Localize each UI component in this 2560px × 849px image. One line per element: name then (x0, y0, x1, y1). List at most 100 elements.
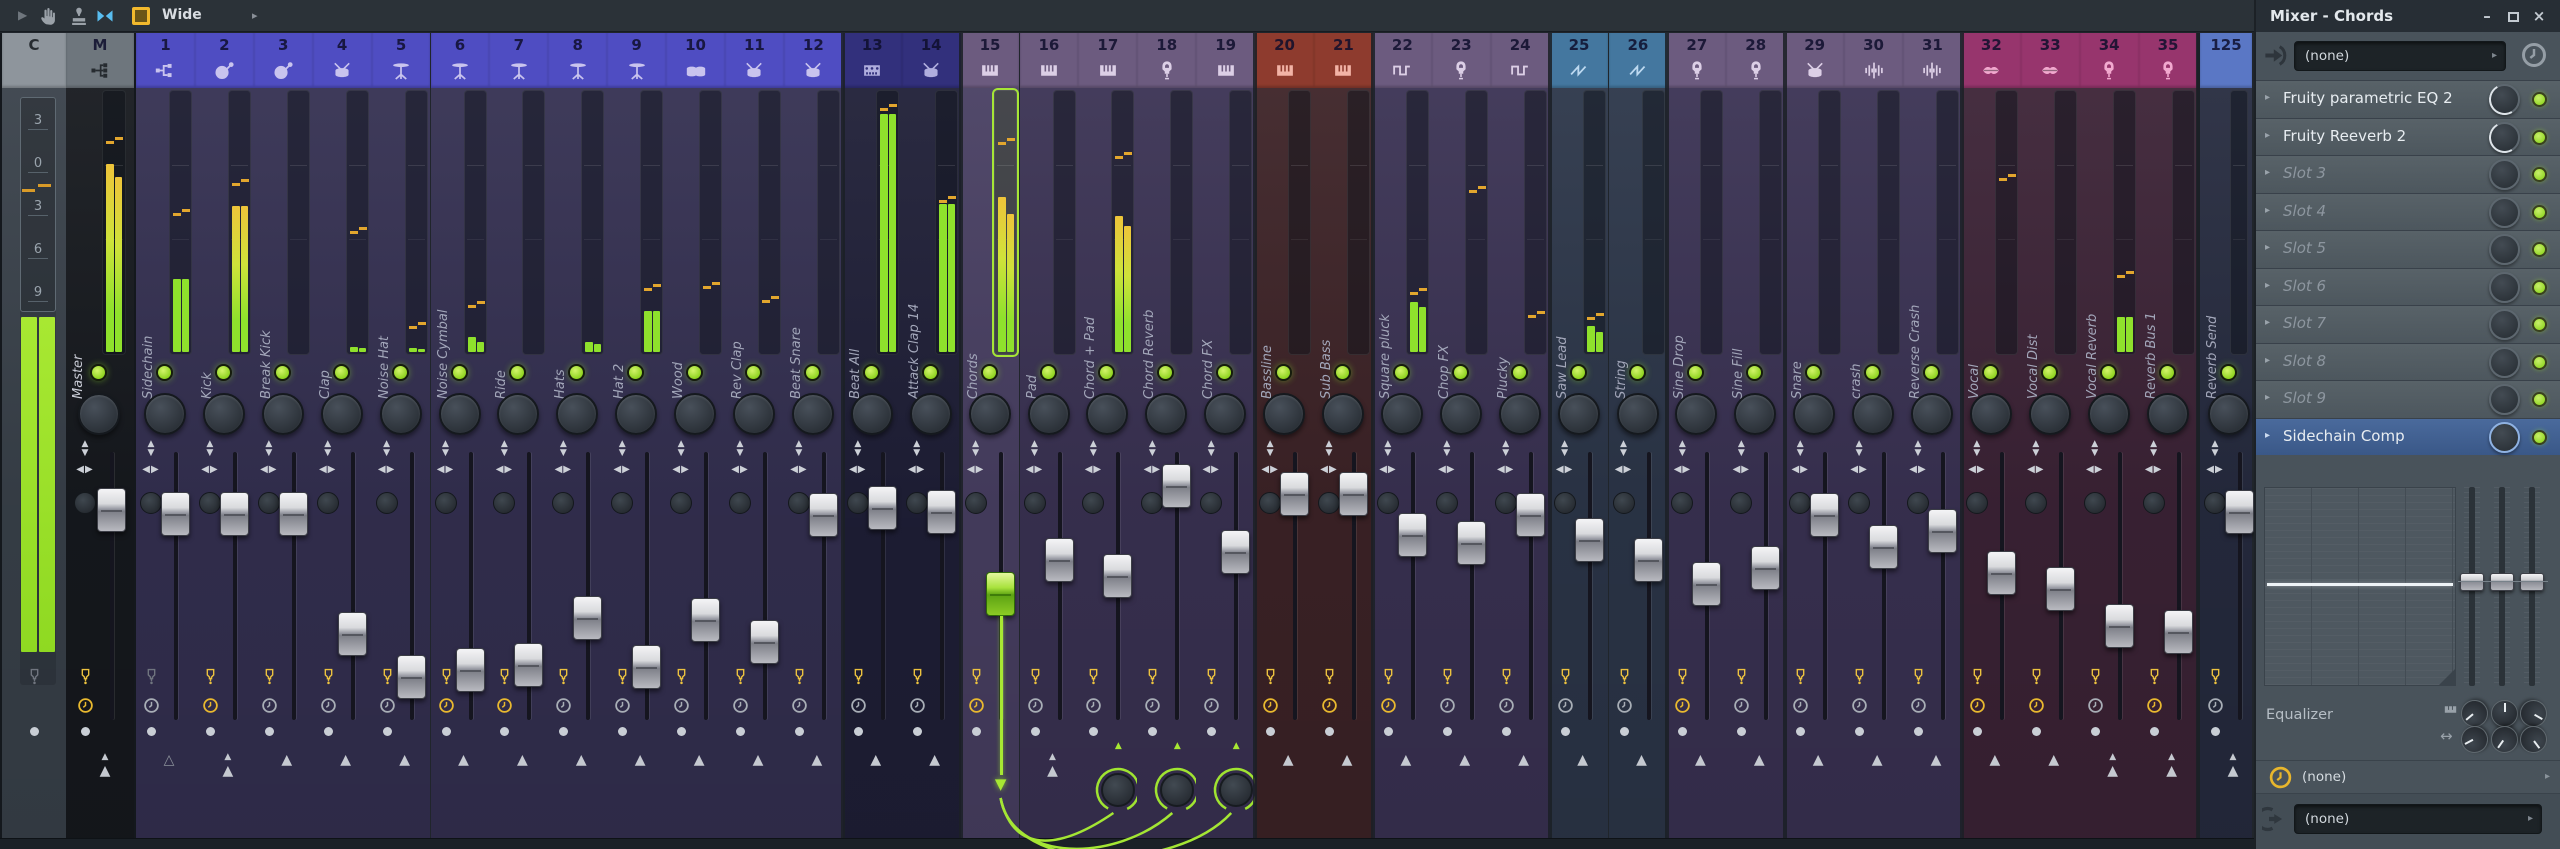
stereo-arrows[interactable]: ◀▶ (666, 464, 696, 475)
updown-arrows[interactable]: ▲▼ (136, 440, 166, 458)
slot-mix-knob[interactable] (2489, 309, 2520, 340)
fader-track[interactable] (1470, 452, 1474, 720)
stereo-sep-knob[interactable] (1613, 492, 1635, 514)
pan-knob[interactable] (674, 393, 716, 435)
fader-track[interactable] (1234, 452, 1238, 720)
track-strip-16[interactable]: 16Pad▲▼◀▶▲▲ (1020, 33, 1079, 838)
updown-arrows[interactable]: ▲▼ (1903, 440, 1933, 458)
eq-slider-handle[interactable] (2520, 573, 2544, 591)
slot-arrow-icon[interactable]: ▸ (2265, 205, 2270, 216)
updown-arrows[interactable]: ▲▼ (70, 440, 100, 458)
record-arm-icon[interactable] (555, 668, 572, 685)
record-arm-icon[interactable] (1792, 668, 1809, 685)
updown-arrows[interactable]: ▲▼ (489, 440, 519, 458)
route-arrows[interactable]: ▲▲ (2213, 752, 2253, 779)
fader-handle[interactable] (1928, 509, 1957, 553)
updown-arrows[interactable]: ▲▼ (1137, 440, 1167, 458)
record-arm-icon[interactable] (1733, 668, 1750, 685)
record-arm-icon[interactable] (1027, 668, 1044, 685)
fader-handle[interactable] (868, 486, 897, 530)
record-arm-icon[interactable] (1498, 668, 1515, 685)
stereo-sep-knob[interactable] (1907, 492, 1929, 514)
updown-arrows[interactable]: ▲▼ (1255, 440, 1285, 458)
route-arrows[interactable]: ▲▲ (2152, 752, 2192, 779)
pan-knob[interactable] (1970, 393, 2012, 435)
fader-track[interactable] (2177, 452, 2181, 720)
fader-handle[interactable] (397, 655, 426, 699)
track-strip-30[interactable]: 30crash▲▼◀▶▲ (1844, 33, 1903, 838)
track-strip-21[interactable]: 21Sub Bass▲▼◀▶▲ (1314, 33, 1373, 838)
slot-arrow-icon[interactable]: ▸ (2265, 430, 2270, 441)
updown-arrows[interactable]: ▲▼ (1373, 440, 1403, 458)
updown-arrows[interactable]: ▲▼ (1844, 440, 1874, 458)
updown-arrows[interactable]: ▲▼ (1785, 440, 1815, 458)
fx-slot-3[interactable]: ▸Slot 3 (2256, 155, 2560, 193)
track-strip-7[interactable]: 7Ride▲▼◀▶▲ (489, 33, 548, 838)
track-header[interactable]: 26 (1609, 33, 1668, 88)
record-arm-icon[interactable] (1616, 668, 1633, 685)
slot-enable-led[interactable] (2532, 130, 2547, 145)
updown-arrows[interactable]: ▲▼ (1020, 440, 1050, 458)
eq-band-knob-mid[interactable] (2486, 721, 2524, 759)
updown-arrows[interactable]: ▲▼ (1491, 440, 1521, 458)
fx-slot-4[interactable]: ▸Slot 4 (2256, 193, 2560, 231)
latency-clock-icon[interactable] (77, 697, 94, 714)
maximize-button[interactable] (2500, 1, 2526, 33)
fader-handle[interactable] (1575, 518, 1604, 562)
track-strip-11[interactable]: 11Rev Clap▲▼◀▶▲ (725, 33, 784, 838)
track-header[interactable]: 12 (784, 33, 843, 88)
updown-arrows[interactable]: ▲▼ (2080, 440, 2110, 458)
pan-knob[interactable] (1028, 393, 1070, 435)
route-arrows[interactable]: ▲ (1327, 752, 1367, 768)
fader-handle[interactable] (809, 493, 838, 537)
latency-clock-icon[interactable] (1851, 697, 1868, 714)
route-arrows[interactable]: ▲▲ (2093, 752, 2133, 779)
latency-clock-icon[interactable] (968, 697, 985, 714)
slot-mix-knob[interactable] (2489, 159, 2520, 190)
fader-handle[interactable] (161, 492, 190, 536)
fader-handle[interactable] (1457, 521, 1486, 565)
stereo-sep-knob[interactable] (2204, 492, 2226, 514)
slot-arrow-icon[interactable]: ▸ (2265, 280, 2270, 291)
latency-clock-icon[interactable] (2207, 697, 2224, 714)
pan-knob[interactable] (733, 393, 775, 435)
track-header[interactable]: 21 (1314, 33, 1373, 88)
updown-arrows[interactable]: ▲▼ (1962, 440, 1992, 458)
record-arm-icon[interactable] (909, 668, 926, 685)
latency-clock-icon[interactable] (1380, 697, 1397, 714)
track-header[interactable]: 23 (1432, 33, 1491, 88)
updown-arrows[interactable]: ▲▼ (313, 440, 343, 458)
record-arm-icon[interactable] (1851, 668, 1868, 685)
stereo-sep-knob[interactable] (729, 492, 751, 514)
mute-led[interactable] (1923, 364, 1940, 381)
stereo-sep-knob[interactable] (2143, 492, 2165, 514)
updown-arrows[interactable]: ▲▼ (1667, 440, 1697, 458)
fader-track[interactable] (1882, 452, 1886, 720)
track-header[interactable]: 4 (313, 33, 372, 88)
route-arrows[interactable]: ▲ (1857, 752, 1897, 768)
track-strip-125[interactable]: 125Reverb Send▲▼◀▶▲▲ (2200, 33, 2252, 838)
route-arrows[interactable]: ▲ (679, 752, 719, 768)
track-strip-24[interactable]: 24Plucky▲▼◀▶▲ (1491, 33, 1550, 838)
pan-knob[interactable] (321, 393, 363, 435)
mute-led[interactable] (1629, 364, 1646, 381)
track-header[interactable]: 28 (1726, 33, 1785, 88)
track-strip-12[interactable]: 12Beat Snare▲▼◀▶▲ (784, 33, 843, 838)
pan-knob[interactable] (1263, 393, 1305, 435)
route-arrows[interactable]: ▲ (1916, 752, 1956, 768)
pan-knob[interactable] (1558, 393, 1600, 435)
eq-slider-handle[interactable] (2460, 573, 2484, 591)
route-down-arrow[interactable]: ▼ (985, 775, 1017, 793)
pan-knob[interactable] (1499, 393, 1541, 435)
latency-clock-icon[interactable] (1439, 697, 1456, 714)
eq-band-slider-low[interactable] (2464, 487, 2480, 686)
track-header[interactable]: 22 (1373, 33, 1432, 88)
slot-enable-led[interactable] (2532, 317, 2547, 332)
audio-input-select[interactable]: (none) ▸ (2294, 41, 2506, 71)
fx-slot-2[interactable]: ▸Fruity Reeverb 2 (2256, 118, 2560, 156)
record-arm-icon[interactable] (1969, 668, 1986, 685)
slot-mix-knob[interactable] (2489, 234, 2520, 265)
slot-enable-led[interactable] (2532, 205, 2547, 220)
record-arm-icon[interactable] (791, 668, 808, 685)
latency-clock-icon[interactable] (673, 697, 690, 714)
